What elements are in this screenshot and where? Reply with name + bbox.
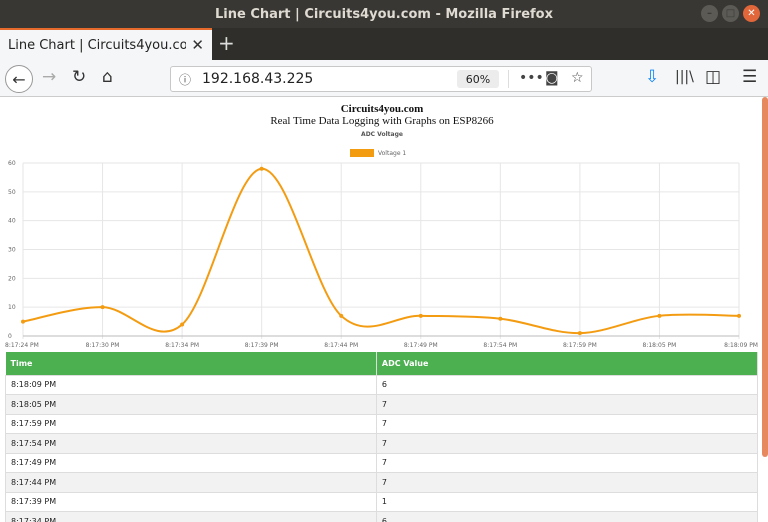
time-cell: 8:17:44 PM	[5, 472, 377, 493]
table-row: 8:17:54 PM 7	[5, 433, 759, 454]
y-tick-label: 10	[8, 304, 16, 311]
data-point	[418, 313, 423, 318]
time-cell: 8:18:05 PM	[5, 394, 377, 415]
y-tick-label: 20	[8, 275, 16, 282]
page-subheading: Real Time Data Logging with Graphs on ES…	[270, 115, 494, 127]
table-row: 8:17:49 PM 7	[5, 452, 759, 473]
url-text[interactable]: 192.168.43.225	[202, 71, 313, 87]
maximize-icon[interactable]: □	[722, 5, 739, 22]
value-cell: 7	[375, 452, 759, 473]
x-tick-label: 8:17:34 PM	[165, 342, 199, 349]
value-cell: 7	[375, 394, 759, 415]
more-actions-icon[interactable]: •••	[519, 70, 544, 86]
time-cell: 8:17:59 PM	[5, 413, 377, 434]
page-scrollbar[interactable]	[762, 97, 768, 457]
time-cell: 8:17:39 PM	[5, 491, 377, 512]
x-tick-label: 8:18:09 PM	[724, 342, 758, 349]
y-tick-label: 0	[8, 333, 12, 340]
tab-title: Line Chart | Circuits4you.com	[8, 37, 186, 53]
value-cell: 6	[375, 511, 759, 522]
y-tick-label: 30	[8, 247, 16, 254]
tab-line-chart[interactable]: Line Chart | Circuits4you.com ✕	[0, 28, 212, 60]
y-tick-label: 40	[8, 218, 16, 225]
x-tick-label: 8:17:59 PM	[563, 342, 597, 349]
library-icon[interactable]: |||\	[675, 69, 694, 85]
new-tab-icon[interactable]: +	[218, 31, 235, 55]
data-point	[21, 319, 25, 324]
x-tick-label: 8:17:24 PM	[5, 342, 39, 349]
table-row: 8:18:05 PM 7	[5, 394, 759, 415]
back-icon[interactable]: ←	[5, 65, 33, 93]
time-cell: 8:17:49 PM	[5, 452, 377, 473]
reload-icon[interactable]: ↻	[72, 67, 86, 87]
table-row: 8:17:34 PM 6	[5, 511, 759, 522]
home-icon[interactable]: ⌂	[102, 67, 113, 87]
value-cell: 7	[375, 413, 759, 434]
y-tick-label: 50	[8, 189, 16, 196]
forward-icon[interactable]: →	[42, 67, 56, 87]
series-line	[22, 167, 740, 335]
y-tick-label: 60	[8, 160, 16, 167]
tab-bar: Line Chart | Circuits4you.com ✕ +	[0, 28, 768, 60]
value-cell: 7	[375, 433, 759, 454]
data-point	[180, 322, 185, 327]
chart-title: ADC Voltage	[361, 131, 403, 138]
time-cell: 8:17:34 PM	[5, 511, 377, 522]
column-header-time: Time	[5, 352, 377, 375]
table-row: 8:17:59 PM 7	[5, 413, 759, 434]
data-point	[657, 313, 662, 318]
close-window-icon[interactable]: ✕	[743, 5, 760, 22]
value-cell: 7	[375, 472, 759, 493]
download-icon[interactable]: ⇩	[645, 67, 659, 87]
minimize-icon[interactable]: –	[701, 5, 718, 22]
time-cell: 8:17:54 PM	[5, 433, 377, 454]
page-content: Circuits4you.com Real Time Data Logging …	[0, 97, 768, 522]
column-header-adc-value: ADC Value	[376, 352, 759, 375]
legend-swatch	[350, 149, 374, 157]
menu-icon[interactable]: ☰	[742, 67, 757, 87]
x-tick-label: 8:17:30 PM	[86, 342, 120, 349]
page-heading: Circuits4you.com	[340, 103, 424, 115]
time-cell: 8:18:09 PM	[5, 374, 377, 395]
adc-line-chart: 0 10 20 30 40 50 60 8:17:24 PM 8:17:30 PM 8:17:34…	[5, 160, 758, 349]
data-point	[498, 316, 503, 321]
zoom-level-button[interactable]: 60%	[457, 70, 499, 88]
chart-legend[interactable]: Voltage 1	[350, 149, 406, 157]
value-cell: 6	[375, 374, 759, 395]
x-tick-label: 8:17:54 PM	[483, 342, 517, 349]
data-point	[100, 305, 105, 310]
value-cell: 1	[375, 491, 759, 512]
data-point	[339, 313, 344, 318]
table-row: 8:18:09 PM 6	[5, 374, 759, 395]
pocket-icon[interactable]: ◙	[545, 70, 559, 86]
navigation-bar: ← → ↻ ⌂ ⓘ 192.168.43.225 60% ••• ◙ ☆ ⇩ |…	[0, 60, 768, 97]
url-separator	[508, 70, 509, 88]
window-titlebar: Line Chart | Circuits4you.com - Mozilla …	[0, 0, 768, 28]
x-tick-label: 8:18:05 PM	[643, 342, 677, 349]
bookmark-star-icon[interactable]: ☆	[571, 70, 584, 86]
legend-label: Voltage 1	[378, 149, 407, 157]
x-tick-label: 8:17:44 PM	[324, 342, 358, 349]
data-point	[737, 313, 741, 318]
data-point	[577, 331, 582, 336]
x-tick-label: 8:17:39 PM	[245, 342, 279, 349]
close-tab-icon[interactable]: ✕	[191, 36, 204, 54]
sidebar-icon[interactable]: ◫	[705, 67, 721, 87]
table-row: 8:17:44 PM 7	[5, 472, 759, 493]
window-title: Line Chart | Circuits4you.com - Mozilla …	[214, 6, 554, 22]
table-row: 8:17:39 PM 1	[5, 491, 759, 512]
info-icon[interactable]: ⓘ	[179, 71, 191, 88]
data-table: Time ADC Value 8:18:09 PM 6 8:18:05 PM 7 8…	[5, 352, 759, 522]
data-point	[259, 166, 264, 171]
x-tick-label: 8:17:49 PM	[404, 342, 438, 349]
url-bar[interactable]: ⓘ 192.168.43.225 60% ••• ◙ ☆	[170, 66, 592, 92]
